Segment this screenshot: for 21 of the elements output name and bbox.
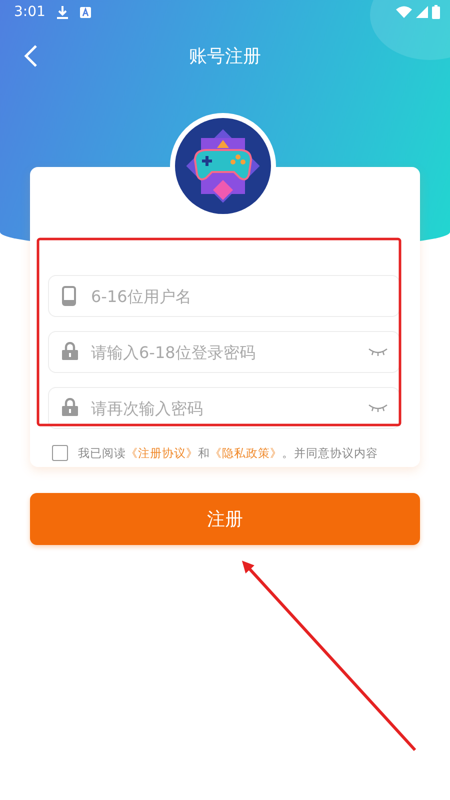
battery-icon: [432, 5, 440, 19]
closed-eye-icon[interactable]: [368, 348, 388, 356]
signal-icon: [416, 6, 428, 18]
app-notification-icon: [80, 6, 92, 18]
username-field[interactable]: 6-16位用户名: [48, 275, 400, 317]
agreement-checkbox[interactable]: [52, 445, 68, 461]
password-field[interactable]: 请输入6-18位登录密码: [48, 331, 400, 373]
page-title: 账号注册: [189, 45, 261, 68]
agreement-link[interactable]: 《注册协议》: [126, 446, 198, 460]
register-button[interactable]: 注册: [30, 493, 420, 545]
download-icon: [57, 6, 68, 18]
gamepad-logo-icon: [175, 118, 271, 214]
closed-eye-icon[interactable]: [368, 404, 388, 412]
status-time: 3:01: [14, 4, 46, 20]
agreement-text: 我已阅读《注册协议》和《隐私政策》。并同意协议内容: [78, 446, 378, 460]
agreement-link[interactable]: 《隐私政策》: [210, 446, 282, 460]
lock-icon: [62, 398, 78, 416]
wifi-icon: [396, 6, 412, 18]
password-field[interactable]: 请再次输入密码: [48, 387, 400, 429]
lock-icon: [62, 342, 78, 360]
phone-icon: [62, 286, 76, 306]
